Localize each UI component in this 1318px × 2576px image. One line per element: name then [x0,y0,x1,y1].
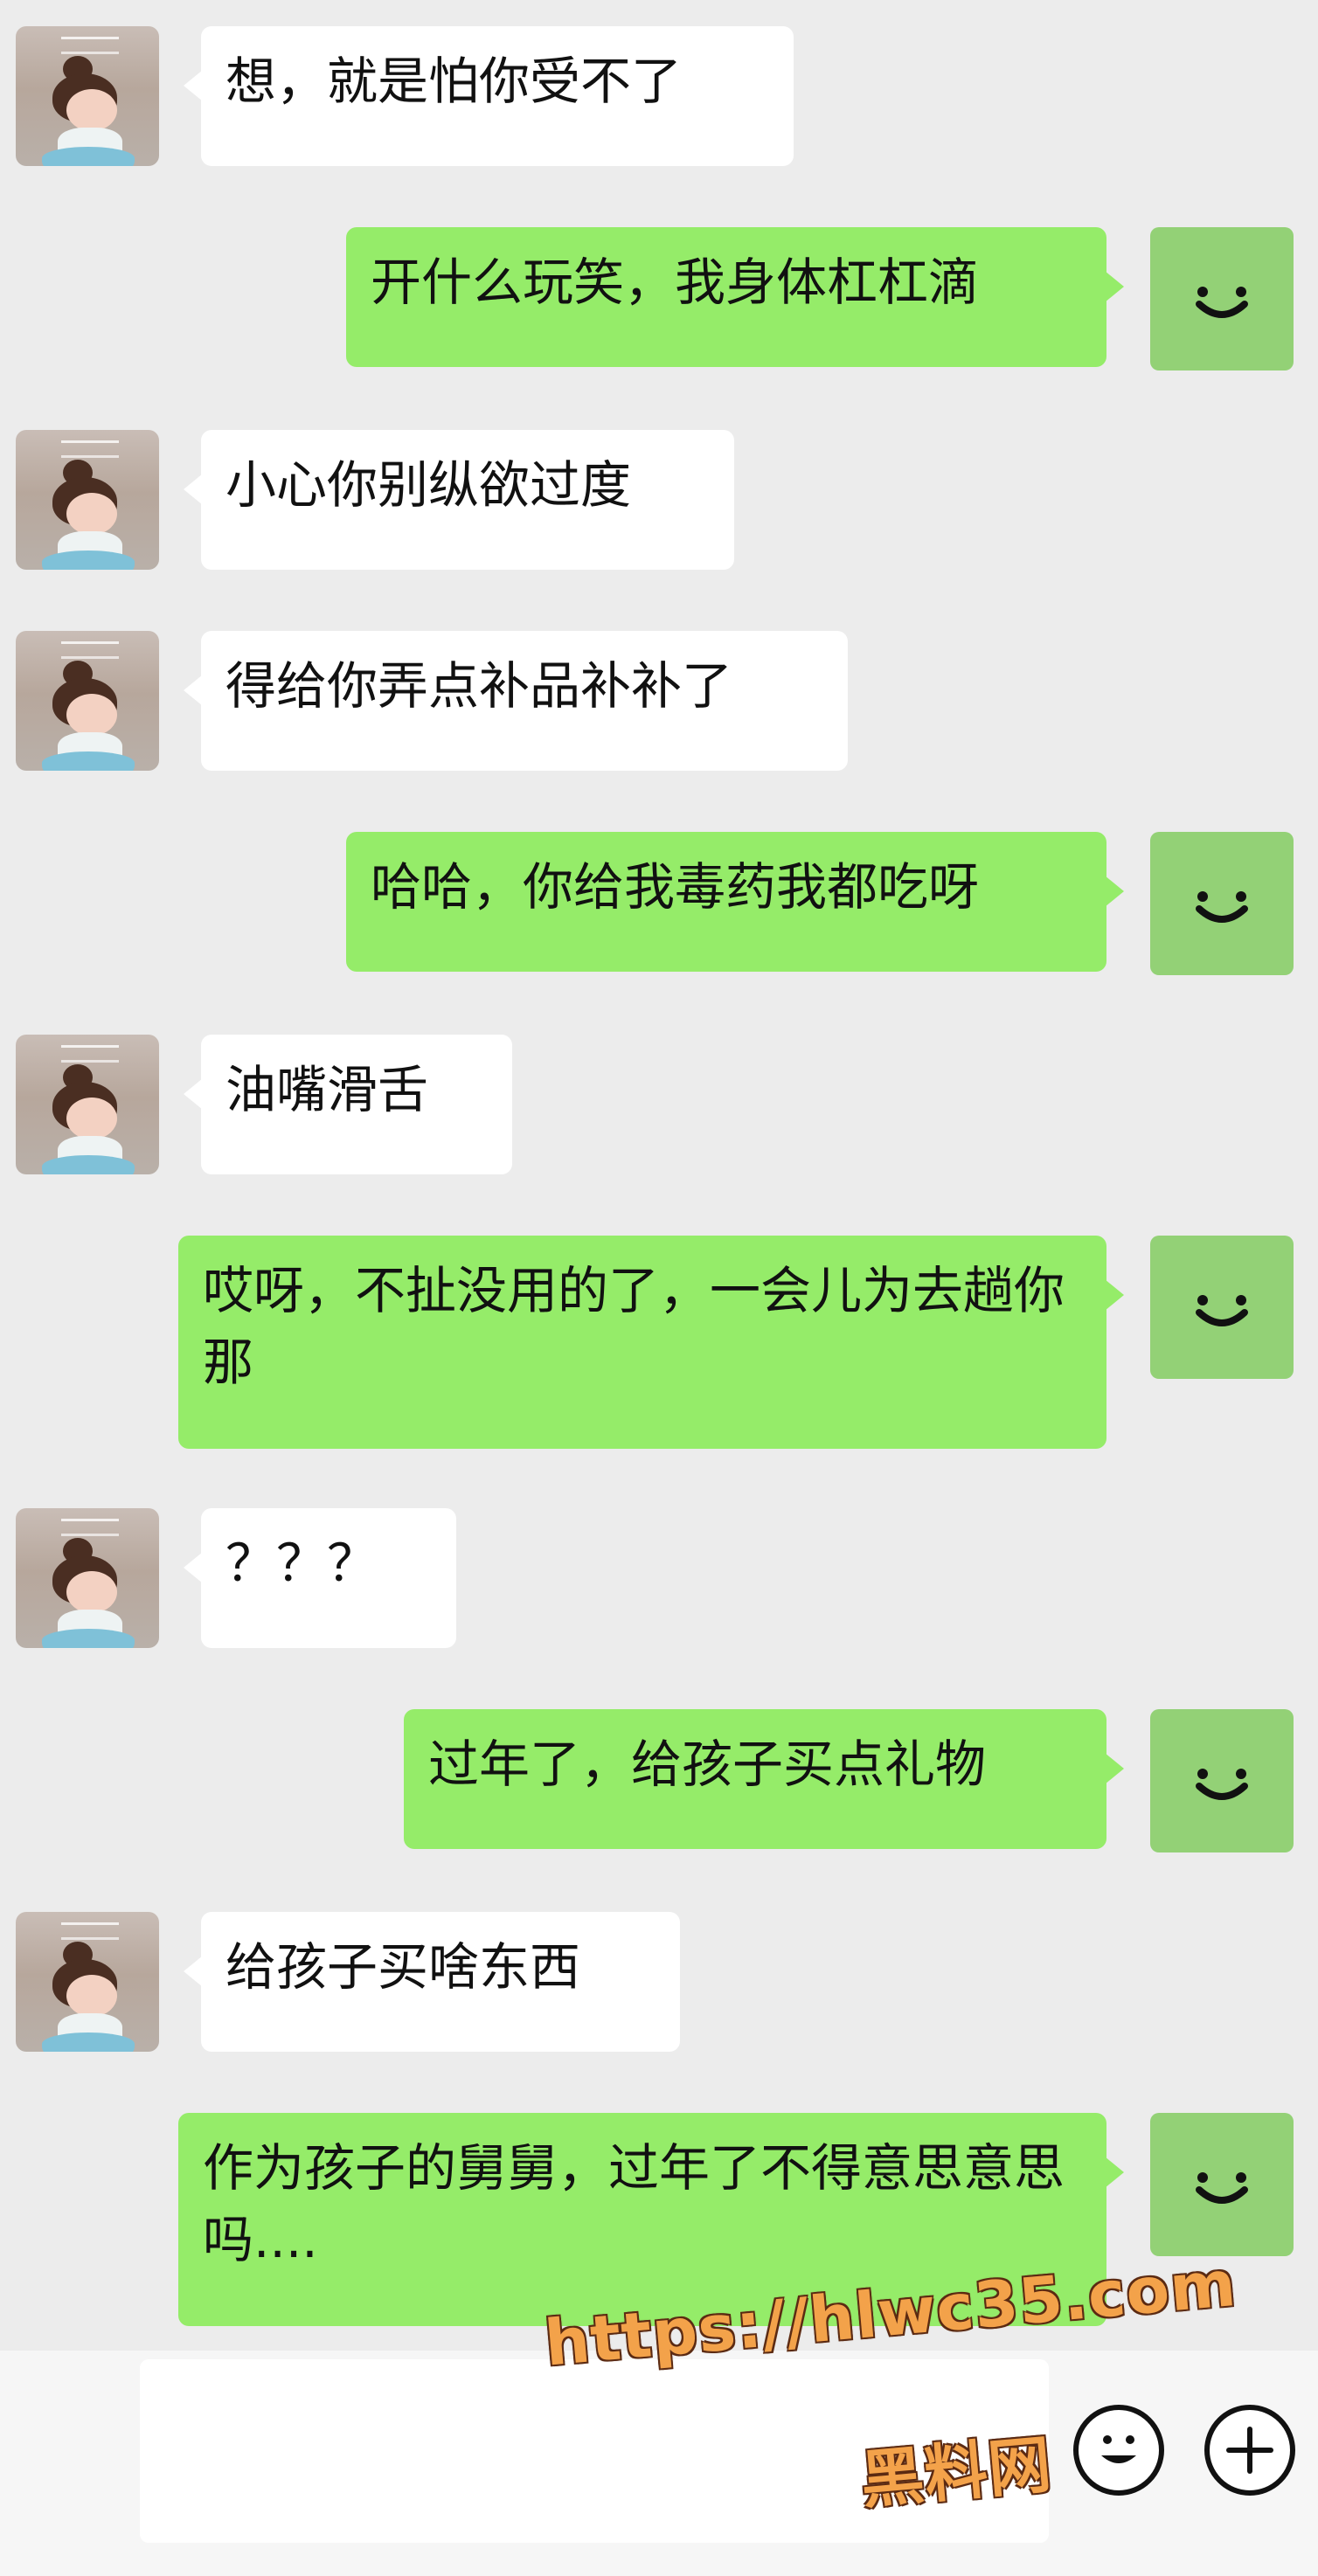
self-avatar[interactable] [1150,832,1294,975]
avatar-legs [42,1155,135,1174]
avatar-face [66,1975,117,2017]
chat-area: 想，就是怕你受不了 开什么玩笑，我身体杠杠滴 小心你别纵欲过度 得给你弄点补品补… [0,0,1318,2359]
self-avatar[interactable] [1150,1236,1294,1379]
message-bubble-incoming[interactable]: 得给你弄点补品补补了 [184,631,848,771]
avatar-legs [42,751,135,771]
message-bubble-outgoing[interactable]: 哈哈，你给我毒药我都吃呀 [346,832,1124,972]
avatar-face [66,493,117,535]
message-bubble-incoming[interactable]: ？？？ [184,1508,456,1648]
smile-face-icon [1196,891,1248,923]
smile-face-icon [1196,1295,1248,1326]
smile-face-icon [1196,2172,1248,2204]
contact-avatar[interactable] [16,26,159,166]
avatar-face [66,1571,117,1613]
message-bubble-incoming[interactable]: 油嘴滑舌 [184,1035,512,1174]
message-bubble-outgoing[interactable]: 开什么玩笑，我身体杠杠滴 [346,227,1124,367]
contact-avatar[interactable] [16,631,159,771]
avatar-caption-decoration [61,641,119,659]
message-bubble-incoming[interactable]: 给孩子买啥东西 [184,1912,680,2052]
avatar-face [66,89,117,131]
contact-avatar[interactable] [16,1912,159,2052]
avatar-legs [42,1629,135,1648]
emoji-icon [1101,2435,1136,2463]
message-bubble-outgoing[interactable]: 过年了，给孩子买点礼物 [404,1709,1124,1849]
avatar-caption-decoration [61,440,119,458]
self-avatar[interactable] [1150,2113,1294,2256]
avatar-caption-decoration [61,1045,119,1063]
message-bubble-outgoing[interactable]: 哎呀，不扯没用的了，一会儿为去趟你那 [178,1236,1124,1449]
smile-face-icon [1196,1769,1248,1800]
self-avatar[interactable] [1150,227,1294,370]
contact-avatar[interactable] [16,1508,159,1648]
avatar-legs [42,2032,135,2052]
message-bubble-incoming[interactable]: 想，就是怕你受不了 [184,26,794,166]
self-avatar[interactable] [1150,1709,1294,1852]
emoji-button[interactable] [1073,2405,1164,2496]
avatar-caption-decoration [61,1519,119,1536]
avatar-caption-decoration [61,37,119,54]
contact-avatar[interactable] [16,1035,159,1174]
avatar-face [66,1098,117,1139]
watermark-name: 黑料网 [857,2427,1055,2517]
smile-face-icon [1196,287,1248,318]
avatar-legs [42,551,135,570]
message-bubble-incoming[interactable]: 小心你别纵欲过度 [184,430,734,570]
plus-icon [1226,2427,1273,2474]
avatar-face [66,694,117,736]
plus-button[interactable] [1204,2405,1295,2496]
contact-avatar[interactable] [16,430,159,570]
avatar-legs [42,147,135,166]
avatar-caption-decoration [61,1922,119,1940]
